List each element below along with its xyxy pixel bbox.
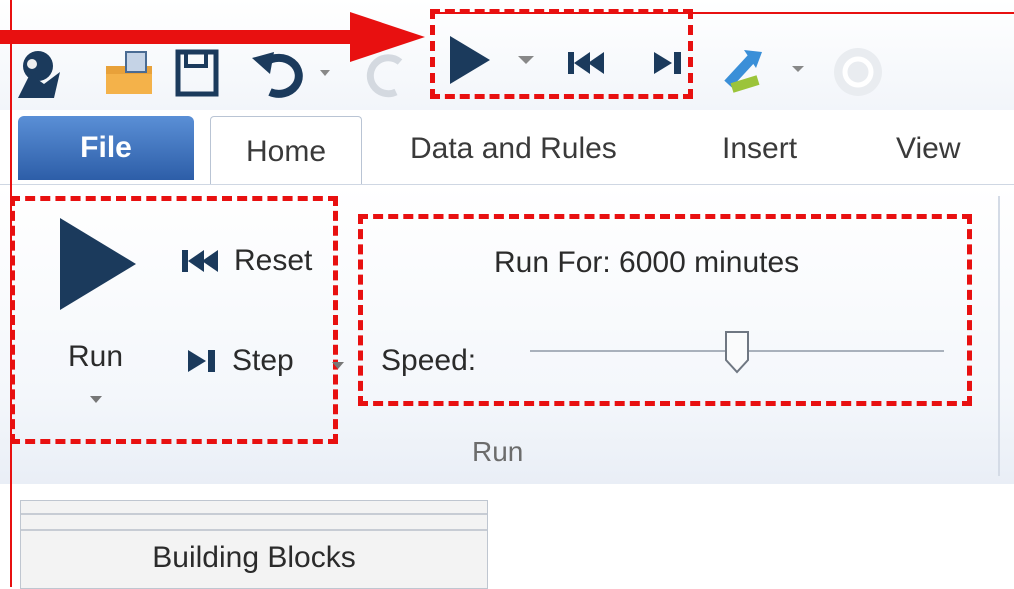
qat-reset-icon[interactable] [566,48,608,78]
tab-home[interactable]: Home [210,116,362,187]
run-dropdown-icon[interactable] [88,394,104,406]
open-folder-icon[interactable] [100,44,160,100]
run-for-text[interactable]: Run For: 6000 minutes [494,246,799,280]
building-blocks-title: Building Blocks [152,541,356,574]
tab-file[interactable]: File [18,116,194,180]
reset-button[interactable]: Reset [180,244,312,278]
frame-top-edge [430,12,1014,14]
speed-label: Speed: [381,344,477,377]
speed-slider-thumb[interactable] [724,330,750,374]
tab-view[interactable]: View [896,132,960,166]
tab-insert[interactable]: Insert [722,132,797,166]
frame-left-edge [10,0,12,587]
building-blocks-panel: Building Blocks [20,500,488,589]
qat-step-icon[interactable] [650,48,686,78]
step-button[interactable]: Step [186,344,294,378]
undo-icon[interactable] [248,48,338,98]
panel-grip-line [21,515,487,531]
qat-run-icon[interactable] [446,32,494,88]
run-button-label[interactable]: Run [68,340,123,374]
help-icon[interactable] [830,44,886,100]
tab-home-label: Home [245,135,327,168]
reset-label: Reset [234,244,313,277]
redo-icon[interactable] [362,48,412,98]
sync-icon[interactable] [718,44,808,100]
run-group-label: Run [472,436,524,467]
qat-run-dropdown-icon[interactable] [516,52,536,68]
step-label: Step [232,344,294,377]
run-icon[interactable] [56,214,140,314]
tab-data-and-rules[interactable]: Data and Rules [410,132,617,166]
step-icon [188,350,215,372]
reset-icon [182,250,218,272]
save-icon[interactable] [174,48,220,98]
ribbon-divider [998,196,1000,476]
step-dropdown-icon[interactable] [330,360,346,374]
panel-grip[interactable] [21,507,487,515]
app-logo-icon[interactable] [10,44,70,100]
